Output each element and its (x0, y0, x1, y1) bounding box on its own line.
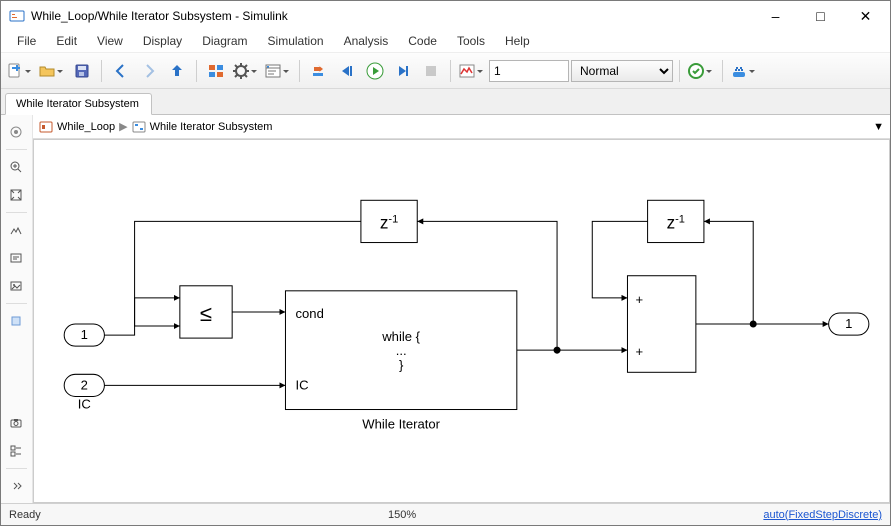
toolbar: Normal (1, 53, 890, 89)
show-sample-time-button[interactable] (3, 217, 29, 243)
menu-tools[interactable]: Tools (447, 31, 495, 52)
model-config-button[interactable] (231, 58, 261, 84)
back-button[interactable] (108, 58, 134, 84)
stop-time-input[interactable] (489, 60, 569, 82)
svg-text:2: 2 (81, 377, 88, 392)
window-minimize-button[interactable]: – (753, 2, 798, 30)
svg-text:cond: cond (296, 306, 324, 321)
simulation-mode-select[interactable]: Normal (571, 60, 673, 82)
status-zoom[interactable]: 150% (372, 509, 432, 521)
window-title: While_Loop/While Iterator Subsystem - Si… (31, 9, 753, 23)
menu-code[interactable]: Code (398, 31, 447, 52)
window-maximize-button[interactable]: □ (798, 2, 843, 30)
svg-text:≤: ≤ (200, 301, 212, 326)
outport-1-block[interactable]: 1 (829, 313, 869, 335)
run-button[interactable] (362, 58, 388, 84)
unit-delay-1-block[interactable]: z-1 (361, 200, 417, 242)
svg-text:while {: while { (381, 329, 420, 344)
fit-to-view-button[interactable] (3, 182, 29, 208)
step-forward-button[interactable] (390, 58, 416, 84)
explorer-dropdown-icon[interactable]: ▼ (873, 121, 884, 133)
inport-2-block[interactable]: 2 IC (64, 374, 104, 411)
while-iterator-block[interactable]: cond IC while { ... } While Iterator (285, 291, 516, 432)
open-button[interactable] (37, 58, 67, 84)
while-iterator-label: While Iterator (362, 417, 440, 432)
explorer-bar: While_Loop ▶ While Iterator Subsystem ▼ (33, 115, 890, 139)
palette-expand-button[interactable] (3, 473, 29, 499)
menu-edit[interactable]: Edit (46, 31, 87, 52)
app-window: While_Loop/While Iterator Subsystem - Si… (0, 0, 891, 526)
menu-display[interactable]: Display (133, 31, 192, 52)
screenshot-button[interactable] (3, 410, 29, 436)
library-browser-button[interactable] (203, 58, 229, 84)
menu-help[interactable]: Help (495, 31, 540, 52)
update-diagram-button[interactable] (686, 58, 716, 84)
fast-restart-button[interactable] (306, 58, 332, 84)
menu-file[interactable]: File (7, 31, 46, 52)
unit-delay-2-block[interactable]: z-1 (648, 200, 704, 242)
menu-diagram[interactable]: Diagram (192, 31, 257, 52)
zoom-tool-button[interactable] (3, 154, 29, 180)
svg-text:IC: IC (296, 377, 309, 392)
build-button[interactable] (729, 58, 759, 84)
hide-navigate-button[interactable] (3, 119, 29, 145)
forward-button[interactable] (136, 58, 162, 84)
app-icon (9, 8, 25, 24)
save-button[interactable] (69, 58, 95, 84)
svg-text:...: ... (396, 343, 407, 358)
status-bar: Ready 150% auto(FixedStepDiscrete) (1, 503, 890, 525)
annotation-button[interactable] (3, 245, 29, 271)
stop-button[interactable] (418, 58, 444, 84)
svg-text:1: 1 (845, 316, 852, 331)
inport-1-block[interactable]: 1 (64, 324, 104, 346)
canvas[interactable]: 1 2 IC ≤ (33, 139, 890, 503)
editor-tab-label: While Iterator Subsystem (16, 98, 139, 110)
model-explorer-button[interactable] (263, 58, 293, 84)
svg-text:+: + (636, 292, 644, 307)
breadcrumb-root[interactable]: While_Loop (39, 120, 115, 134)
data-inspector-button[interactable] (457, 58, 487, 84)
palette (1, 115, 33, 503)
tabs-bar: While Iterator Subsystem (1, 89, 890, 115)
model-browser-button[interactable] (3, 438, 29, 464)
svg-text:+: + (636, 344, 644, 359)
up-button[interactable] (164, 58, 190, 84)
relational-operator-block[interactable]: ≤ (180, 286, 232, 338)
menu-analysis[interactable]: Analysis (334, 31, 399, 52)
editor-tab[interactable]: While Iterator Subsystem (5, 93, 152, 115)
menubar: File Edit View Display Diagram Simulatio… (1, 31, 890, 53)
menu-simulation[interactable]: Simulation (258, 31, 334, 52)
titlebar: While_Loop/While Iterator Subsystem - Si… (1, 1, 890, 31)
inport-2-label: IC (78, 397, 91, 412)
window-close-button[interactable]: ✕ (843, 2, 888, 30)
sum-block[interactable]: + + (627, 276, 695, 373)
breadcrumb-separator-icon: ▶ (119, 120, 127, 133)
status-ready: Ready (9, 509, 41, 521)
new-button[interactable] (5, 58, 35, 84)
breadcrumb-root-label: While_Loop (57, 121, 115, 133)
svg-text:1: 1 (81, 327, 88, 342)
svg-text:}: } (399, 357, 404, 372)
menu-view[interactable]: View (87, 31, 133, 52)
breadcrumb-sub[interactable]: While Iterator Subsystem (132, 120, 273, 134)
step-back-button[interactable] (334, 58, 360, 84)
area-button[interactable] (3, 308, 29, 334)
status-solver[interactable]: auto(FixedStepDiscrete) (763, 509, 882, 521)
image-button[interactable] (3, 273, 29, 299)
breadcrumb-sub-label: While Iterator Subsystem (150, 121, 273, 133)
